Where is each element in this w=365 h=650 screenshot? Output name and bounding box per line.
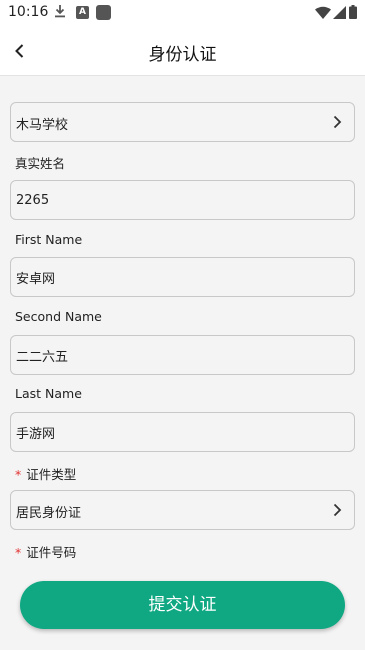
status-bar: 10:16 A bbox=[0, 0, 365, 26]
first-name-field[interactable] bbox=[10, 257, 355, 297]
school-select[interactable]: 木马学校 bbox=[10, 102, 355, 142]
real-name-field[interactable] bbox=[10, 180, 355, 220]
battery-icon bbox=[349, 5, 357, 19]
second-name-field[interactable] bbox=[10, 335, 355, 375]
wifi-icon bbox=[315, 6, 331, 19]
app-header: 身份认证 bbox=[0, 26, 365, 76]
download-icon bbox=[55, 5, 65, 18]
id-type-label: 证件类型 bbox=[26, 467, 77, 482]
a-icon: A bbox=[76, 6, 89, 19]
chevron-right-icon bbox=[333, 115, 342, 129]
real-name-input[interactable] bbox=[16, 181, 346, 219]
id-number-label: 证件号码 bbox=[26, 545, 77, 560]
first-name-label: First Name bbox=[15, 232, 83, 247]
real-name-label: 真实姓名 bbox=[15, 156, 66, 171]
page-title: 身份认证 bbox=[148, 45, 217, 65]
id-number-label-row: * 证件号码 bbox=[15, 542, 76, 561]
status-time: 10:16 bbox=[8, 4, 49, 20]
id-type-select[interactable]: 居民身份证 bbox=[10, 490, 355, 530]
second-name-label: Second Name bbox=[15, 309, 102, 324]
required-mark: * bbox=[15, 467, 22, 482]
signal-icon bbox=[333, 6, 346, 19]
last-name-input[interactable] bbox=[16, 413, 346, 451]
last-name-field[interactable] bbox=[10, 412, 355, 452]
last-name-label: Last Name bbox=[15, 386, 82, 401]
second-name-input[interactable] bbox=[16, 336, 346, 374]
submit-button[interactable]: 提交认证 bbox=[20, 581, 345, 629]
first-name-input[interactable] bbox=[16, 258, 346, 296]
id-type-label-row: * 证件类型 bbox=[15, 464, 76, 483]
required-mark: * bbox=[15, 545, 22, 560]
school-value: 木马学校 bbox=[16, 118, 69, 133]
square-icon bbox=[96, 5, 111, 20]
id-type-value: 居民身份证 bbox=[16, 506, 82, 521]
chevron-right-icon bbox=[333, 503, 342, 517]
